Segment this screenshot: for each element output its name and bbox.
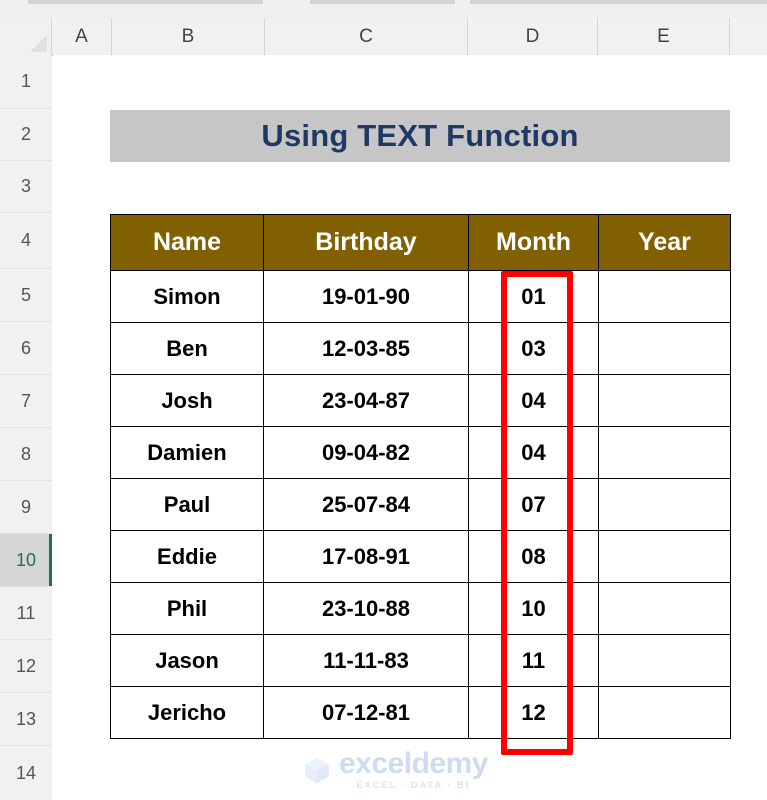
cell-year[interactable] bbox=[598, 530, 731, 583]
page-title: Using TEXT Function bbox=[110, 110, 730, 162]
cell-year[interactable] bbox=[598, 322, 731, 375]
ribbon-chip bbox=[310, 0, 455, 4]
cell-birthday[interactable]: 23-04-87 bbox=[263, 374, 469, 427]
cell-name[interactable]: Jericho bbox=[110, 686, 264, 739]
exceldemy-logo-icon bbox=[305, 757, 329, 783]
row-header-12[interactable]: 12 bbox=[0, 640, 52, 693]
table-row[interactable]: Eddie 17-08-91 08 bbox=[110, 530, 731, 583]
table-row[interactable]: Jason 11-11-83 11 bbox=[110, 634, 731, 687]
spreadsheet-view: A B C D E 1 2 3 4 5 6 7 8 9 10 11 12 13 … bbox=[0, 0, 767, 800]
cell-month[interactable]: 07 bbox=[468, 478, 599, 531]
cell-name[interactable]: Simon bbox=[110, 270, 264, 323]
column-header-a[interactable]: A bbox=[52, 18, 112, 55]
ribbon-strip bbox=[0, 0, 767, 18]
cell-birthday[interactable]: 17-08-91 bbox=[263, 530, 469, 583]
row-header-9[interactable]: 9 bbox=[0, 481, 52, 534]
cell-birthday[interactable]: 25-07-84 bbox=[263, 478, 469, 531]
table-row[interactable]: Josh 23-04-87 04 bbox=[110, 374, 731, 427]
ribbon-chip bbox=[470, 0, 767, 4]
table-body: Simon 19-01-90 01 Ben 12-03-85 03 Josh 2… bbox=[110, 270, 731, 739]
cell-month[interactable]: 01 bbox=[468, 270, 599, 323]
cell-year[interactable] bbox=[598, 478, 731, 531]
column-header-birthday: Birthday bbox=[263, 214, 469, 271]
cell-year[interactable] bbox=[598, 686, 731, 739]
column-header-e[interactable]: E bbox=[598, 18, 730, 55]
column-header-b[interactable]: B bbox=[112, 18, 265, 55]
cell-name[interactable]: Damien bbox=[110, 426, 264, 479]
column-header-year: Year bbox=[598, 214, 731, 271]
cell-year[interactable] bbox=[598, 426, 731, 479]
table-row[interactable]: Ben 12-03-85 03 bbox=[110, 322, 731, 375]
row-header-3[interactable]: 3 bbox=[0, 161, 52, 213]
cell-name[interactable]: Eddie bbox=[110, 530, 264, 583]
cell-name[interactable]: Paul bbox=[110, 478, 264, 531]
select-all-corner[interactable] bbox=[0, 18, 52, 55]
cell-month[interactable]: 04 bbox=[468, 426, 599, 479]
watermark-tagline: EXCEL · DATA · BI bbox=[356, 780, 471, 790]
column-header-overflow bbox=[730, 18, 767, 55]
select-all-triangle-icon bbox=[30, 35, 47, 52]
row-header-11[interactable]: 11 bbox=[0, 587, 52, 640]
column-header-d[interactable]: D bbox=[468, 18, 598, 55]
cell-name[interactable]: Ben bbox=[110, 322, 264, 375]
watermark-brand-name: exceldemy bbox=[339, 747, 488, 780]
table-header-row: Name Birthday Month Year bbox=[110, 214, 731, 271]
cell-month[interactable]: 10 bbox=[468, 582, 599, 635]
cell-year[interactable] bbox=[598, 270, 731, 323]
row-header-7[interactable]: 7 bbox=[0, 375, 52, 428]
cell-birthday[interactable]: 07-12-81 bbox=[263, 686, 469, 739]
table-row[interactable]: Paul 25-07-84 07 bbox=[110, 478, 731, 531]
row-header-8[interactable]: 8 bbox=[0, 428, 52, 481]
table-row[interactable]: Simon 19-01-90 01 bbox=[110, 270, 731, 323]
cell-birthday[interactable]: 11-11-83 bbox=[263, 634, 469, 687]
column-header-c[interactable]: C bbox=[265, 18, 468, 55]
cell-year[interactable] bbox=[598, 582, 731, 635]
watermark-text: exceldemy EXCEL · DATA · BI bbox=[339, 749, 488, 790]
table-row[interactable]: Damien 09-04-82 04 bbox=[110, 426, 731, 479]
row-header-10[interactable]: 10 bbox=[0, 534, 52, 587]
cell-month[interactable]: 03 bbox=[468, 322, 599, 375]
column-header-name: Name bbox=[110, 214, 264, 271]
row-header-13[interactable]: 13 bbox=[0, 693, 52, 746]
cell-year[interactable] bbox=[598, 634, 731, 687]
row-header-1[interactable]: 1 bbox=[0, 55, 52, 109]
cell-name[interactable]: Josh bbox=[110, 374, 264, 427]
exceldemy-watermark: exceldemy EXCEL · DATA · BI bbox=[302, 749, 488, 790]
ribbon-chip bbox=[28, 0, 263, 4]
row-header-6[interactable]: 6 bbox=[0, 322, 52, 375]
row-header-14[interactable]: 14 bbox=[0, 746, 52, 800]
cell-month[interactable]: 04 bbox=[468, 374, 599, 427]
cell-name[interactable]: Jason bbox=[110, 634, 264, 687]
cell-year[interactable] bbox=[598, 374, 731, 427]
cell-month[interactable]: 08 bbox=[468, 530, 599, 583]
cell-birthday[interactable]: 19-01-90 bbox=[263, 270, 469, 323]
cell-birthday[interactable]: 09-04-82 bbox=[263, 426, 469, 479]
cell-month[interactable]: 12 bbox=[468, 686, 599, 739]
column-header-month: Month bbox=[468, 214, 599, 271]
cell-month[interactable]: 11 bbox=[468, 634, 599, 687]
row-header-2[interactable]: 2 bbox=[0, 109, 52, 161]
cell-birthday[interactable]: 12-03-85 bbox=[263, 322, 469, 375]
row-header-5[interactable]: 5 bbox=[0, 269, 52, 322]
table-row[interactable]: Phil 23-10-88 10 bbox=[110, 582, 731, 635]
table-row[interactable]: Jericho 07-12-81 12 bbox=[110, 686, 731, 739]
cell-birthday[interactable]: 23-10-88 bbox=[263, 582, 469, 635]
data-table: Name Birthday Month Year Simon 19-01-90 … bbox=[110, 214, 731, 739]
cell-name[interactable]: Phil bbox=[110, 582, 264, 635]
row-header-4[interactable]: 4 bbox=[0, 213, 52, 269]
